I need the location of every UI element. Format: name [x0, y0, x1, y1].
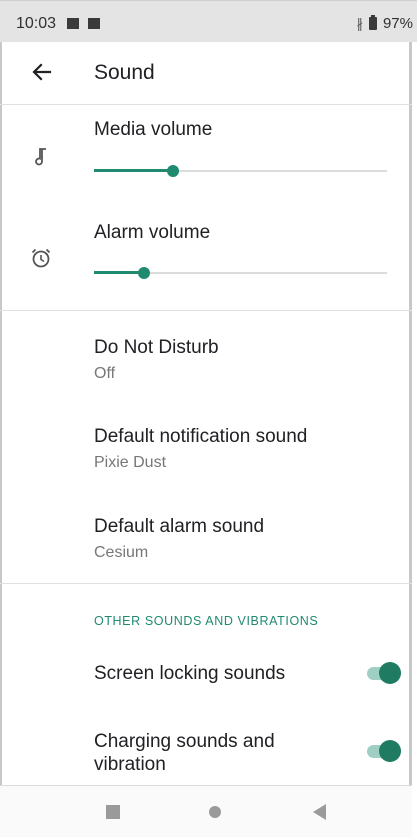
battery-percent: 97% [382, 15, 413, 32]
alarm-volume-label: Alarm volume [94, 222, 211, 243]
slider-thumb[interactable] [137, 267, 150, 279]
charging-sounds-toggle[interactable] [365, 738, 403, 764]
list-item-value: Off [94, 365, 116, 382]
list-item-label: Do Not Disturb [94, 337, 219, 358]
slider-thumb[interactable] [167, 165, 180, 177]
toggle-label: Screen locking sounds [94, 663, 286, 684]
media-volume-slider[interactable] [94, 161, 387, 181]
list-item-label: Default alarm sound [94, 516, 265, 537]
page-title: Sound [94, 61, 155, 84]
toggle-label-line2: vibration [94, 754, 166, 775]
list-item-value: Cesium [94, 544, 149, 561]
navigation-bar [0, 785, 412, 837]
toggle-knob [379, 662, 401, 684]
toggle-knob [379, 740, 401, 762]
battery-icon [368, 15, 377, 30]
toggle-label-line1: Charging sounds and [94, 731, 275, 752]
section-header: OTHER SOUNDS AND VIBRATIONS [94, 614, 319, 628]
slider-fill [94, 169, 174, 172]
status-right: ∦ 97% [356, 15, 413, 32]
divider [0, 583, 412, 584]
home-icon[interactable] [209, 806, 221, 818]
media-volume-label: Media volume [94, 119, 213, 140]
alarm-clock-icon [31, 248, 51, 268]
app-bar: Sound [0, 42, 412, 105]
slider-fill [94, 271, 144, 274]
nav-back-icon[interactable] [313, 804, 326, 820]
notification-icon [67, 18, 79, 29]
list-item-value: Pixie Dust [94, 454, 167, 471]
screen-locking-sounds-toggle[interactable] [365, 660, 403, 686]
bluetooth-icon: ∦ [356, 15, 363, 31]
status-bar: 10:03 ∦ 97% [0, 0, 417, 42]
back-arrow-icon[interactable] [30, 60, 54, 84]
music-note-icon [35, 148, 46, 166]
divider [0, 310, 412, 311]
list-item-label: Default notification sound [94, 426, 308, 447]
alarm-volume-slider[interactable] [94, 263, 387, 283]
notification-icon [88, 18, 100, 29]
status-time: 10:03 [16, 15, 57, 32]
recents-icon[interactable] [106, 805, 120, 819]
